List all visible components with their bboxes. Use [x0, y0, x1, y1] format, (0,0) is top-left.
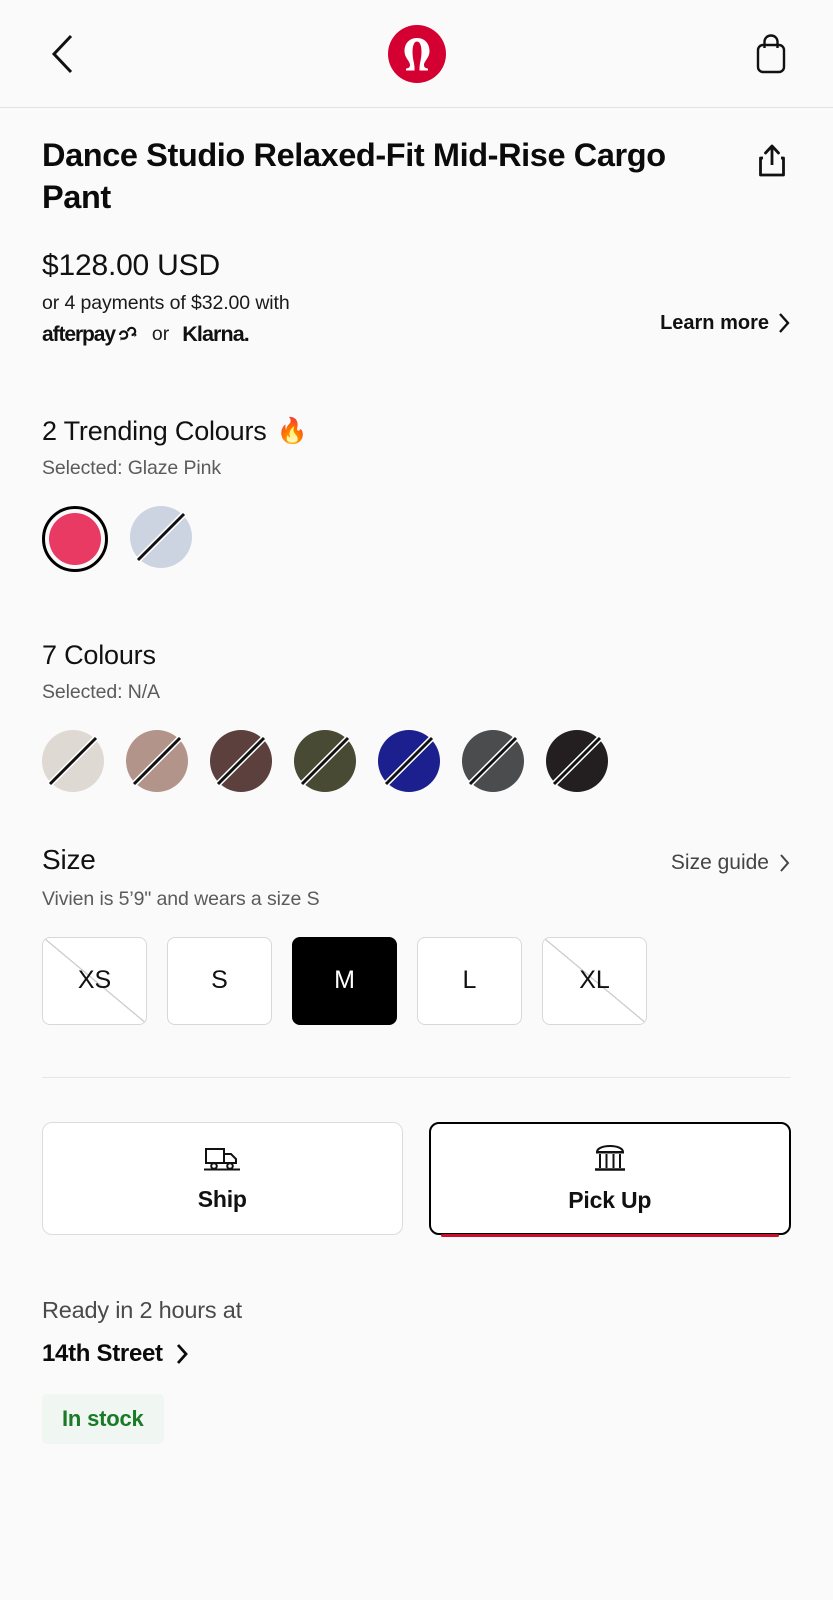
swatch-colour-disc	[462, 729, 524, 792]
size-guide-label: Size guide	[670, 850, 769, 874]
size-option-label: XL	[579, 966, 610, 994]
status-badge: In stock	[42, 1393, 164, 1444]
chevron-right-icon	[780, 853, 790, 872]
learn-more-link[interactable]: Learn more	[660, 312, 791, 335]
size-header-row: Size Size guide	[42, 844, 791, 876]
colour-swatch-row	[42, 729, 791, 792]
learn-more-label: Learn more	[660, 311, 769, 334]
colours-title: 7 Colours	[42, 639, 156, 670]
chevron-right-icon	[779, 313, 790, 333]
product-detail-page: Dance Studio Relaxed-Fit Mid-Rise Cargo …	[0, 0, 833, 1600]
fulfilment-options: Ship Pick Up	[42, 1121, 791, 1237]
swatch-colour-disc	[294, 729, 356, 792]
size-option-row: XS S M L XL	[42, 936, 791, 1025]
afterpay-mark-icon	[118, 326, 137, 341]
product-price: $128.00 USD	[42, 248, 220, 282]
swatch-colour-disc	[378, 729, 440, 792]
or-label: or	[151, 323, 170, 345]
size-option-label: M	[334, 966, 355, 994]
trending-colours-section: 2 Trending Colours 🔥 Selected: Glaze Pin…	[42, 416, 791, 572]
swatch-colour-disc	[49, 512, 101, 565]
size-option-xs[interactable]: XS	[42, 936, 147, 1025]
share-icon	[759, 144, 785, 177]
colours-selected-label: Selected: N/A	[42, 680, 160, 703]
back-button[interactable]	[34, 26, 90, 82]
product-info-section: Dance Studio Relaxed-Fit Mid-Rise Cargo …	[0, 108, 833, 1078]
shopping-bag-icon	[756, 33, 786, 73]
ship-label: Ship	[197, 1185, 247, 1212]
afterpay-logo: afterpay	[42, 323, 139, 347]
fulfilment-section: Ship Pick Up Ready in 2 hours at 14th St…	[0, 1077, 833, 1444]
store-selector[interactable]: 14th Street	[42, 1340, 791, 1368]
trending-selected-label: Selected: Glaze Pink	[42, 456, 222, 479]
colour-swatch[interactable]	[378, 729, 440, 792]
colour-swatch[interactable]	[462, 729, 524, 792]
swatch-colour-disc	[130, 505, 192, 568]
colour-swatch[interactable]	[42, 729, 104, 792]
pickup-label: Pick Up	[568, 1186, 652, 1213]
afterpay-label: afterpay	[42, 322, 116, 346]
colour-swatch[interactable]	[126, 729, 188, 792]
trending-swatch-row	[42, 505, 791, 572]
swatch-colour-disc	[210, 729, 272, 792]
installments-block: or 4 payments of $32.00 with afterpay or…	[42, 292, 791, 348]
colour-swatch[interactable]	[294, 729, 356, 792]
size-option-m[interactable]: M	[292, 936, 397, 1025]
title-row: Dance Studio Relaxed-Fit Mid-Rise Cargo …	[42, 108, 791, 219]
size-option-s[interactable]: S	[167, 936, 272, 1025]
size-guide-link[interactable]: Size guide	[671, 851, 791, 875]
share-button[interactable]	[755, 134, 791, 185]
chevron-left-icon	[51, 34, 73, 73]
delivery-truck-icon	[204, 1147, 241, 1170]
size-option-label: XS	[77, 966, 112, 994]
shopping-bag-button[interactable]	[743, 26, 799, 82]
trending-colours-title: 2 Trending Colours	[42, 415, 267, 446]
store-name: 14th Street	[42, 1339, 163, 1367]
colour-swatch[interactable]	[210, 729, 272, 792]
model-size-note: Vivien is 5’9" and wears a size S	[42, 887, 320, 910]
swatch-colour-disc	[546, 729, 608, 792]
klarna-logo: Klarna.	[182, 322, 249, 346]
swatch-colour-disc	[126, 729, 188, 792]
size-section: Size Size guide Vivien is 5’9" and wears…	[42, 844, 791, 1025]
size-option-label: L	[462, 966, 477, 994]
lululemon-logo[interactable]	[387, 24, 446, 83]
trending-colour-swatch[interactable]	[130, 505, 192, 568]
chevron-right-icon	[176, 1343, 188, 1364]
colour-swatch[interactable]	[546, 729, 608, 792]
size-title: Size	[42, 843, 96, 875]
fire-icon: 🔥	[276, 416, 308, 445]
lululemon-omega-icon	[404, 37, 429, 70]
pickup-option-button[interactable]: Pick Up	[428, 1121, 791, 1237]
size-option-l[interactable]: L	[417, 936, 522, 1025]
colours-section: 7 Colours Selected: N/A	[42, 640, 791, 792]
colours-heading: 7 Colours	[42, 640, 791, 671]
pickup-ready-text: Ready in 2 hours at	[42, 1296, 242, 1323]
trending-colours-heading: 2 Trending Colours 🔥	[42, 416, 791, 447]
size-option-label: S	[211, 966, 228, 994]
page-title: Dance Studio Relaxed-Fit Mid-Rise Cargo …	[42, 137, 666, 216]
app-header	[0, 0, 833, 108]
size-option-xl[interactable]: XL	[542, 936, 647, 1025]
swatch-colour-disc	[42, 729, 104, 792]
ship-option-button[interactable]: Ship	[42, 1121, 403, 1235]
store-icon	[594, 1144, 625, 1171]
trending-colour-swatch[interactable]	[42, 505, 108, 572]
